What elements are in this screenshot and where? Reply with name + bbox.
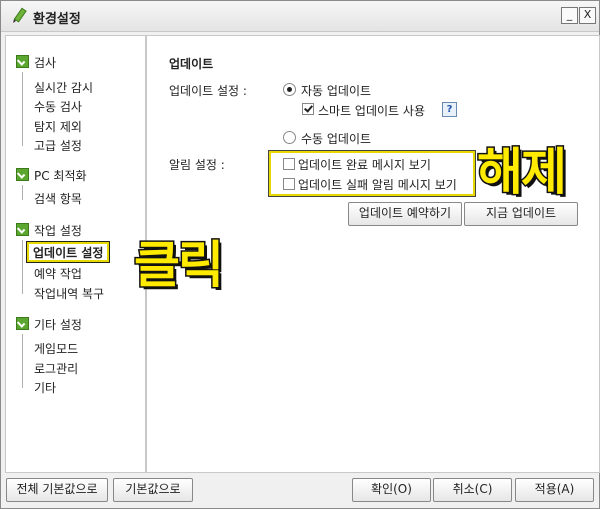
update-setting-label: 업데이트 설정 : xyxy=(169,84,247,98)
auto-update-label: 자동 업데이트 xyxy=(301,84,372,98)
footer-bar: 전체 기본값으로 기본값으로 확인(O) 취소(C) 적용(A) xyxy=(1,473,599,508)
cancel-button[interactable]: 취소(C) xyxy=(433,478,512,502)
tree-line xyxy=(22,72,23,146)
update-now-button[interactable]: 지금 업데이트 xyxy=(464,202,578,226)
manual-update-label: 수동 업데이트 xyxy=(301,132,372,146)
sidebar-item-manual-scan[interactable]: 수동 검사 xyxy=(34,98,82,114)
reserve-update-button[interactable]: 업데이트 예약하기 xyxy=(348,202,462,226)
sidebar-item-advanced[interactable]: 고급 설정 xyxy=(34,137,82,153)
alarm-fail-label: 업데이트 실패 알림 메시지 보기 xyxy=(298,178,457,192)
apply-button[interactable]: 적용(A) xyxy=(515,478,594,502)
sidebar-category-label: 작업 설정 xyxy=(34,224,82,238)
manual-update-radio[interactable] xyxy=(283,131,296,144)
minimize-button[interactable]: _ xyxy=(561,7,578,24)
alarm-fail-checkbox[interactable] xyxy=(283,178,295,190)
check-icon xyxy=(16,168,29,181)
sidebar-item-scheduled-task[interactable]: 예약 작업 xyxy=(34,265,82,281)
annotation-release: 해제 xyxy=(476,142,569,203)
settings-window: 환경설정 _ X 검사 실시간 감시 수동 검사 탐지 제외 고급 설정 PC … xyxy=(0,0,600,509)
title-bar[interactable]: 환경설정 _ X xyxy=(1,1,599,32)
alarm-setting-label: 알림 설정 : xyxy=(169,158,225,172)
ok-button[interactable]: 확인(O) xyxy=(352,478,431,502)
alarm-complete-label: 업데이트 완료 메시지 보기 xyxy=(298,158,431,172)
sidebar-item-log[interactable]: 로그관리 xyxy=(34,360,78,376)
sidebar-item-update-settings[interactable]: 업데이트 설정 xyxy=(25,241,111,263)
check-icon xyxy=(16,223,29,236)
sidebar-category-pc-optimize[interactable]: PC 최적화 xyxy=(16,167,87,183)
annotation-click: 클릭 xyxy=(133,235,226,296)
sidebar-category-etc[interactable]: 기타 설정 xyxy=(16,316,82,332)
smart-update-checkbox[interactable] xyxy=(302,103,314,115)
sidebar: 검사 실시간 감시 수동 검사 탐지 제외 고급 설정 PC 최적화 검색 항목… xyxy=(5,35,146,473)
sidebar-item-search-items[interactable]: 검색 항목 xyxy=(34,190,82,206)
tree-line xyxy=(22,334,23,388)
sidebar-category-label: PC 최적화 xyxy=(34,169,87,183)
tree-line xyxy=(22,185,23,200)
sidebar-category-task[interactable]: 작업 설정 xyxy=(16,222,82,238)
pencil-icon xyxy=(13,7,27,23)
sidebar-item-realtime[interactable]: 실시간 감시 xyxy=(34,79,93,95)
alarm-complete-checkbox[interactable] xyxy=(283,158,295,170)
sidebar-item-game-mode[interactable]: 게임모드 xyxy=(34,340,78,356)
auto-update-radio[interactable] xyxy=(283,83,296,96)
smart-update-label: 스마트 업데이트 사용 xyxy=(318,104,425,118)
check-icon xyxy=(16,317,29,330)
sidebar-item-other[interactable]: 기타 xyxy=(34,379,56,395)
close-button[interactable]: X xyxy=(579,7,596,24)
tree-line xyxy=(22,240,23,294)
sidebar-category-label: 기타 설정 xyxy=(34,318,82,332)
sidebar-item-exclusion[interactable]: 탐지 제외 xyxy=(34,118,82,134)
sidebar-item-restore-history[interactable]: 작업내역 복구 xyxy=(34,285,104,301)
reset-default-button[interactable]: 기본값으로 xyxy=(113,478,193,502)
reset-all-button[interactable]: 전체 기본값으로 xyxy=(6,478,108,502)
sidebar-category-scan[interactable]: 검사 xyxy=(16,54,56,70)
check-icon xyxy=(16,55,29,68)
window-title: 환경설정 xyxy=(33,12,81,27)
help-icon[interactable]: ? xyxy=(442,102,457,117)
section-title: 업데이트 xyxy=(169,57,214,71)
sidebar-category-label: 검사 xyxy=(34,56,57,70)
